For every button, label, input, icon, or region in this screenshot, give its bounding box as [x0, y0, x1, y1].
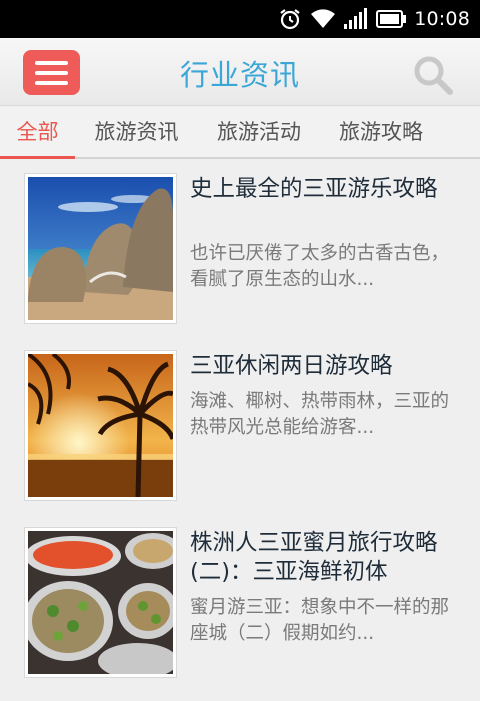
app-header: 行业资讯 [0, 38, 480, 106]
wifi-icon [310, 8, 336, 30]
article-title: 株洲人三亚蜜月旅行攻略(二)：三亚海鲜初体 [190, 530, 438, 585]
article-title: 三亚休闲两日游攻略 [190, 353, 393, 379]
search-icon [414, 56, 453, 95]
clock: 10:08 [414, 8, 470, 30]
tab-travel-events[interactable]: 旅游活动 [198, 107, 320, 157]
article-description: 蜜月游三亚：想象中不一样的那座城（二）假期如约... [190, 597, 450, 644]
beach-rocks-photo [28, 177, 173, 320]
article-thumbnail [24, 173, 177, 324]
sunset-palms-photo [28, 354, 173, 497]
alarm-icon [278, 7, 302, 31]
article-thumbnail [24, 350, 177, 501]
search-button[interactable] [412, 54, 454, 96]
list-item[interactable]: 株洲人三亚蜜月旅行攻略(二)：三亚海鲜初体 蜜月游三亚：想象中不一样的那座城（二… [0, 515, 480, 678]
battery-icon [376, 10, 407, 28]
seafood-plates-photo [28, 531, 173, 674]
category-tabs: 全部 旅游资讯 旅游活动 旅游攻略 [0, 107, 480, 159]
page-title: 行业资讯 [179, 58, 300, 92]
tab-all[interactable]: 全部 [0, 107, 75, 159]
article-thumbnail [24, 527, 177, 678]
article-title: 史上最全的三亚游乐攻略 [190, 176, 438, 202]
article-description: 海滩、椰树、热带雨林，三亚的热带风光总能给游客... [190, 391, 450, 438]
list-item[interactable]: 三亚休闲两日游攻略 海滩、椰树、热带雨林，三亚的热带风光总能给游客... [0, 338, 480, 501]
article-description: 也许已厌倦了太多的古香古色，看腻了原生态的山水... [190, 243, 450, 290]
list-item[interactable]: 史上最全的三亚游乐攻略 也许已厌倦了太多的古香古色，看腻了原生态的山水... [0, 161, 480, 324]
status-bar: 10:08 [0, 0, 480, 38]
tab-travel-guides[interactable]: 旅游攻略 [320, 107, 442, 157]
signal-icon [344, 8, 368, 30]
tab-travel-news[interactable]: 旅游资讯 [75, 107, 198, 157]
